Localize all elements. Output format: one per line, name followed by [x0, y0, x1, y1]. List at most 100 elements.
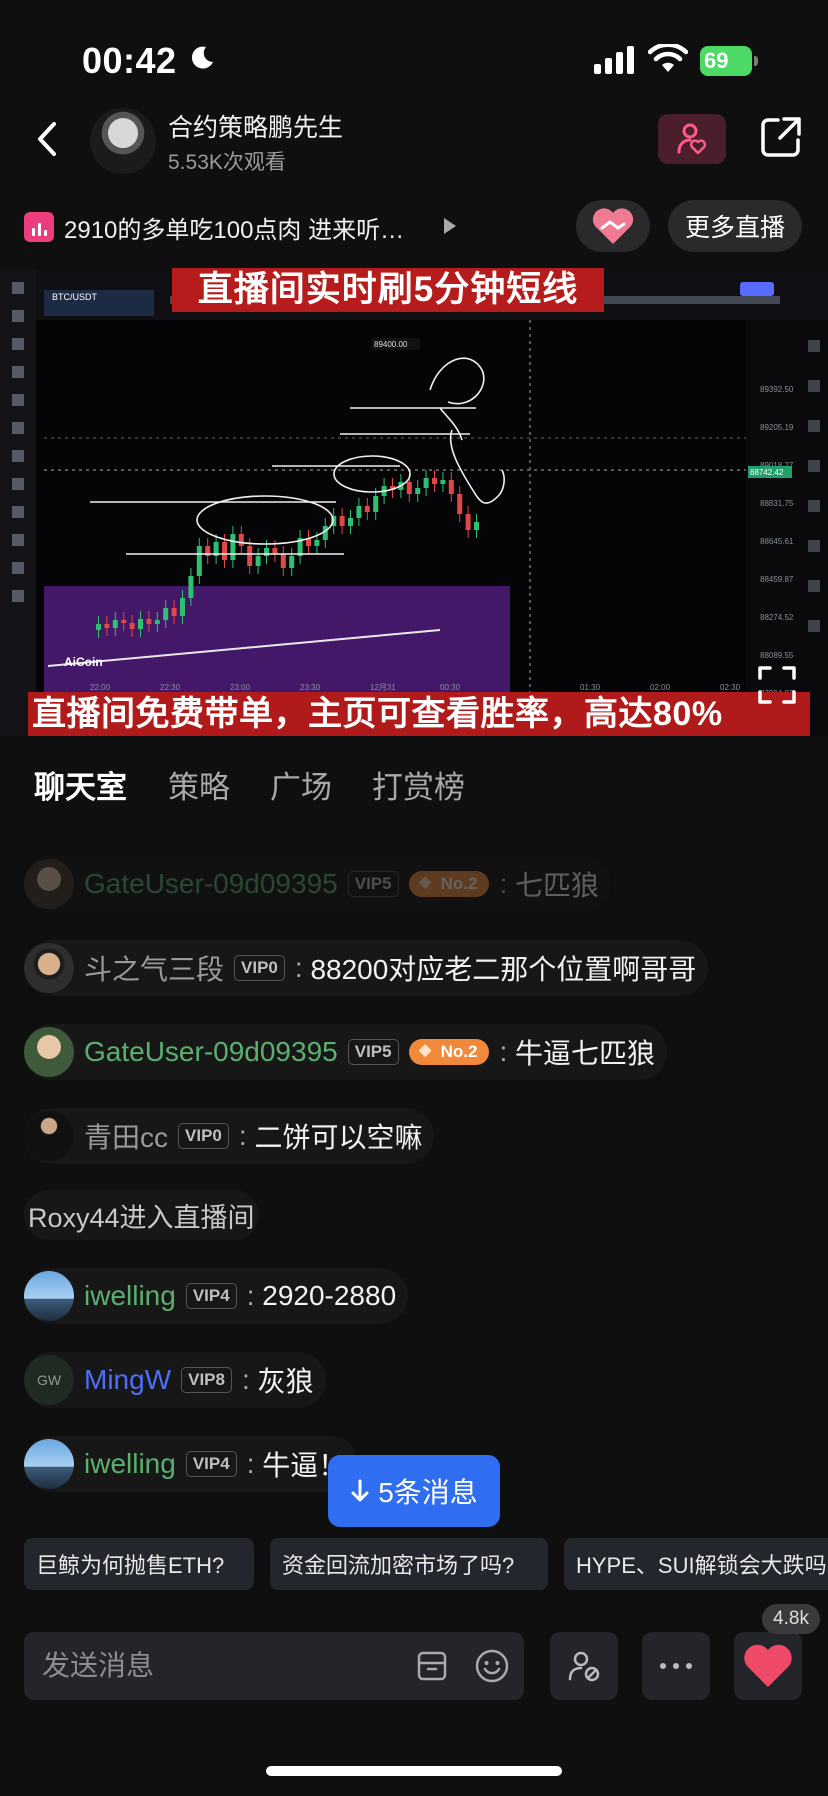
package-icon[interactable] [416, 1650, 448, 1682]
candle-body [146, 619, 152, 624]
candle-body [154, 620, 160, 624]
suggestion-chip[interactable]: 资金回流加密市场了吗? [270, 1538, 548, 1590]
time-axis-label: 23:30 [300, 683, 321, 692]
chat-message[interactable]: 斗之气三段 VIP0 : 88200对应老二那个位置啊哥哥 [24, 940, 708, 996]
view-count: 5.53K次观看 [168, 151, 286, 174]
battery-level: 69 [704, 48, 729, 73]
like-count: 4.8k [762, 1604, 820, 1634]
user-avatar[interactable] [24, 859, 74, 909]
candle-body [163, 608, 169, 620]
user-avatar[interactable] [24, 1439, 74, 1489]
user-avatar[interactable] [24, 1111, 74, 1161]
chat-message[interactable]: iwelling VIP4 : 牛逼！ [24, 1436, 358, 1492]
price-axis-label: 89392.50 [760, 385, 794, 394]
vip-badge: VIP5 [347, 1039, 399, 1065]
candle-body [238, 534, 244, 546]
live-topic-title[interactable]: 2910的多单吃100点肉 进来听… [64, 210, 404, 245]
candle-body [448, 480, 454, 494]
candle-body [255, 556, 261, 566]
handshake-button[interactable] [576, 200, 650, 252]
candle-body [138, 619, 143, 629]
vip-badge: VIP4 [185, 1283, 237, 1309]
host-name[interactable]: 合约策略鹏先生 [168, 108, 343, 144]
price-axis-label: 89205.19 [760, 423, 794, 432]
candle-body [432, 478, 437, 484]
candle-body [474, 522, 479, 530]
user-settings-button[interactable] [550, 1632, 618, 1700]
chat-message[interactable]: GateUser-09d09395 VIP5 No.2 : 七匹狼 [24, 856, 611, 912]
price-axis-label: 88831.75 [760, 499, 794, 508]
user-avatar[interactable] [24, 1271, 74, 1321]
more-live-button[interactable]: 更多直播 [668, 200, 802, 252]
chat-text: 灰狼 [257, 1366, 314, 1397]
more-options-button[interactable] [642, 1632, 710, 1700]
fullscreen-icon[interactable] [756, 664, 798, 706]
chat-message[interactable]: iwelling VIP4 : 2920-2880 [24, 1268, 408, 1324]
user-avatar[interactable] [24, 943, 74, 993]
moon-icon [191, 46, 213, 69]
price-axis-label: 88274.52 [760, 613, 794, 622]
tab-tip-ranking[interactable]: 打赏榜 [372, 762, 465, 807]
candle-body [423, 478, 429, 488]
chat-text: 七匹狼 [515, 870, 600, 901]
follow-button[interactable] [658, 114, 726, 164]
chat-message[interactable]: GW MingW VIP8 : 灰狼 [24, 1352, 326, 1408]
chat-username[interactable]: GateUser-09d09395 [84, 1036, 338, 1068]
vip-badge: VIP0 [234, 955, 285, 981]
new-messages-button[interactable]: 5条消息 [328, 1455, 500, 1527]
live-video-player[interactable]: 89392.50 89205.19 89018.27 88831.75 88645.61… [0, 270, 828, 736]
candle-body [171, 608, 177, 616]
candle-body [112, 620, 118, 628]
chat-username[interactable]: 斗之气三段 [84, 948, 224, 988]
tab-strategy[interactable]: 策略 [168, 762, 230, 807]
message-input-box[interactable] [24, 1632, 524, 1700]
candle-body [339, 516, 345, 526]
candle-body [247, 546, 253, 566]
candle-body [180, 598, 185, 616]
suggestion-chip[interactable]: 巨鲸为何抛售ETH? [24, 1538, 254, 1590]
chat-username[interactable]: iwelling [84, 1448, 176, 1480]
live-topic-icon [24, 212, 54, 242]
hand-drawn-annotations [90, 357, 505, 555]
time-axis-label: 01:30 [580, 683, 601, 692]
battery-indicator: 69 [700, 46, 758, 76]
price-axis-label: 88459.87 [760, 575, 794, 584]
chat-text: 牛逼七匹狼 [515, 1038, 656, 1069]
candle-body [314, 540, 320, 546]
chart-screen: 89392.5089205.1989018.2788831.7588645.61… [0, 270, 828, 736]
vip-badge: VIP8 [181, 1367, 232, 1393]
vip-badge: VIP0 [178, 1123, 229, 1149]
like-button[interactable] [734, 1632, 802, 1700]
suggestion-chip[interactable]: HYPE、SUI解锁会大跌吗 [564, 1538, 828, 1590]
aicoin-watermark: AiCoin [64, 655, 103, 669]
message-input[interactable] [42, 1632, 402, 1700]
back-icon[interactable] [30, 118, 66, 160]
chat-message[interactable]: GateUser-09d09395 VIP5 No.2 : 牛逼七匹狼 [24, 1024, 667, 1080]
chat-text: 88200对应老二那个位置啊哥哥 [310, 954, 697, 985]
user-avatar[interactable]: GW [24, 1355, 74, 1405]
chat-username[interactable]: MingW [84, 1364, 171, 1396]
share-icon[interactable] [758, 114, 804, 160]
candle-body [356, 506, 362, 518]
status-bar: 00:42 69 [0, 0, 828, 120]
chat-username[interactable]: GateUser-09d09395 [84, 868, 338, 900]
chat-text: 2920-2880 [262, 1280, 397, 1311]
play-icon[interactable] [442, 216, 458, 236]
candle-body [188, 576, 194, 598]
rank-badge: No.2 [408, 1039, 490, 1065]
handshake-heart-icon [592, 208, 634, 244]
home-indicator[interactable] [266, 1766, 562, 1776]
chat-message[interactable]: 青田cc VIP0 : 二饼可以空嘛 [24, 1108, 434, 1164]
user-avatar[interactable] [24, 1027, 74, 1077]
chat-username[interactable]: 青田cc [84, 1116, 168, 1156]
candle-body [196, 546, 202, 576]
candle-body [104, 624, 110, 628]
tab-square[interactable]: 广场 [270, 762, 332, 807]
price-axis: 89392.5089205.1989018.2788831.7588645.61… [760, 385, 794, 698]
tab-chat[interactable]: 聊天室 [34, 762, 127, 807]
time-axis-label: 22:30 [160, 683, 181, 692]
host-avatar[interactable] [90, 108, 156, 174]
candle-body [373, 496, 379, 512]
chat-username[interactable]: iwelling [84, 1280, 176, 1312]
emoji-icon[interactable] [474, 1648, 510, 1684]
